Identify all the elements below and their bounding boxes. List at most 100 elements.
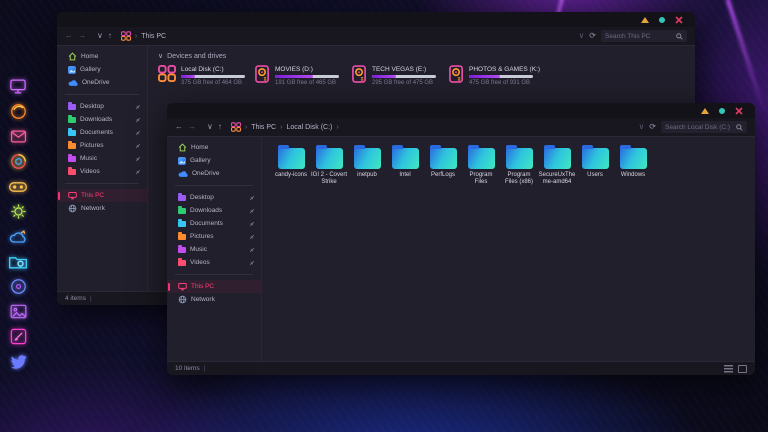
sidebar-item-videos[interactable]: Videos bbox=[57, 165, 147, 178]
folder-icon bbox=[544, 148, 571, 169]
maximize-button[interactable] bbox=[719, 108, 725, 114]
folder-secureuxtheme-amd64[interactable]: SecureUxTheme-amd64 bbox=[538, 145, 576, 186]
folder-program-files[interactable]: Program Files bbox=[462, 145, 500, 186]
sidebar-label: Videos bbox=[190, 259, 210, 266]
sidebar-separator bbox=[65, 94, 139, 95]
sidebar-item-this-pc[interactable]: This PC bbox=[57, 189, 147, 202]
sidebar-item-desktop[interactable]: Desktop bbox=[57, 100, 147, 113]
photos-icon[interactable] bbox=[6, 301, 30, 322]
sidebar-item-videos[interactable]: Videos bbox=[167, 256, 261, 269]
folder-icon bbox=[178, 234, 186, 240]
crumb-current[interactable]: Local Disk (C:) bbox=[286, 124, 332, 131]
crumb-root[interactable]: This PC bbox=[141, 33, 166, 40]
sidebar-item-music[interactable]: Music bbox=[167, 243, 261, 256]
sidebar-item-gallery[interactable]: Gallery bbox=[167, 154, 261, 167]
status-divider: | bbox=[204, 365, 206, 372]
minimize-button[interactable] bbox=[641, 17, 649, 23]
close-button[interactable] bbox=[675, 16, 683, 24]
firefox-browser-icon[interactable] bbox=[6, 101, 30, 122]
sidebar-separator bbox=[175, 185, 253, 186]
mail-icon[interactable] bbox=[6, 126, 30, 147]
sidebar-item-pictures[interactable]: Pictures bbox=[167, 230, 261, 243]
up-icon[interactable]: ↑ bbox=[218, 123, 222, 131]
breadcrumb[interactable]: › This PC bbox=[121, 31, 166, 41]
folder-intel[interactable]: Intel bbox=[386, 145, 424, 186]
cloud-sync-icon[interactable] bbox=[6, 226, 30, 247]
sidebar-item-documents[interactable]: Documents bbox=[167, 217, 261, 230]
folder-igi-2-covert-strike[interactable]: IGI 2 - Covert Strike bbox=[310, 145, 348, 186]
forward-icon[interactable]: → bbox=[188, 123, 196, 131]
section-header[interactable]: ∨ Devices and drives bbox=[158, 52, 687, 60]
content-area: candy-icons IGI 2 - Covert Strike inetpu… bbox=[262, 137, 755, 361]
folder-icon bbox=[68, 143, 76, 149]
back-icon[interactable]: ← bbox=[65, 32, 73, 40]
music-disc-icon[interactable] bbox=[6, 276, 30, 297]
drive-movies-d[interactable]: MOVIES (D:) 191 GB free of 465 GB bbox=[255, 65, 352, 86]
folder-label: Intel bbox=[399, 172, 410, 179]
sidebar-item-desktop[interactable]: Desktop bbox=[167, 191, 261, 204]
folder-icon bbox=[178, 208, 186, 214]
sidebar-label: Downloads bbox=[190, 207, 222, 214]
sidebar-item-documents[interactable]: Documents bbox=[57, 126, 147, 139]
folder-icon bbox=[68, 130, 76, 136]
list-view-icon[interactable] bbox=[724, 365, 733, 373]
sidebar-item-downloads[interactable]: Downloads bbox=[167, 204, 261, 217]
game-controller-icon[interactable] bbox=[6, 176, 30, 197]
sidebar-item-onedrive[interactable]: OneDrive bbox=[57, 76, 147, 89]
twitter-icon[interactable] bbox=[6, 351, 30, 372]
sidebar-item-music[interactable]: Music bbox=[57, 152, 147, 165]
sidebar-item-home[interactable]: Home bbox=[167, 141, 261, 154]
folder-program-files-x86[interactable]: Program Files (x86) bbox=[500, 145, 538, 186]
hdd-icon bbox=[255, 65, 270, 83]
folder-icon bbox=[68, 156, 76, 162]
sidebar-label: Documents bbox=[190, 220, 223, 227]
chrome-browser-icon[interactable] bbox=[6, 151, 30, 172]
breadcrumb[interactable]: › This PC › Local Disk (C:) › bbox=[231, 122, 339, 132]
folder-perflogs[interactable]: PerfLogs bbox=[424, 145, 462, 186]
drive-local-disk-c[interactable]: Local Disk (C:) 375 GB free of 464 GB bbox=[158, 65, 255, 86]
search-input[interactable]: Search Local Disk (C:) bbox=[661, 121, 747, 133]
pin-icon bbox=[135, 156, 141, 162]
folder-grid: candy-icons IGI 2 - Covert Strike inetpu… bbox=[272, 143, 747, 186]
recent-locations-icon[interactable]: ∨ bbox=[207, 123, 213, 131]
capacity-bar bbox=[181, 75, 245, 78]
drive-tech-vegas-e[interactable]: TECH VEGAS (E:) 295 GB free of 475 GB bbox=[352, 65, 449, 86]
folder-inetpub[interactable]: inetpub bbox=[348, 145, 386, 186]
search-input[interactable]: Search This PC bbox=[601, 30, 687, 42]
minimize-button[interactable] bbox=[701, 108, 709, 114]
sidebar-label: Documents bbox=[80, 129, 113, 136]
drive-photos-games-k[interactable]: PHOTOS & GAMES (K:) 475 GB free of 931 G… bbox=[449, 65, 546, 86]
sidebar-item-network[interactable]: Network bbox=[57, 202, 147, 215]
folder-icon bbox=[316, 148, 343, 169]
crumb-root[interactable]: This PC bbox=[251, 124, 276, 131]
pin-icon bbox=[249, 260, 255, 266]
pictures-folder-icon[interactable] bbox=[6, 251, 30, 272]
address-dropdown-icon[interactable]: ∨ bbox=[578, 32, 584, 40]
refresh-icon[interactable]: ⟳ bbox=[589, 32, 596, 40]
sidebar-item-home[interactable]: Home bbox=[57, 50, 147, 63]
settings-gear-icon[interactable] bbox=[6, 201, 30, 222]
section-label: Devices and drives bbox=[167, 53, 226, 60]
sidebar-item-gallery[interactable]: Gallery bbox=[57, 63, 147, 76]
folder-windows[interactable]: Windows bbox=[614, 145, 652, 186]
sidebar-item-network[interactable]: Network bbox=[167, 293, 261, 306]
sidebar-item-pictures[interactable]: Pictures bbox=[57, 139, 147, 152]
this-pc-icon[interactable] bbox=[6, 76, 30, 97]
folder-users[interactable]: Users bbox=[576, 145, 614, 186]
forward-icon[interactable]: → bbox=[78, 32, 86, 40]
up-icon[interactable]: ↑ bbox=[108, 32, 112, 40]
recent-locations-icon[interactable]: ∨ bbox=[97, 32, 103, 40]
back-icon[interactable]: ← bbox=[175, 123, 183, 131]
close-button[interactable] bbox=[735, 107, 743, 115]
folder-label: candy-icons bbox=[275, 172, 307, 179]
sidebar-item-onedrive[interactable]: OneDrive bbox=[167, 167, 261, 180]
refresh-icon[interactable]: ⟳ bbox=[649, 123, 656, 131]
sidebar-item-downloads[interactable]: Downloads bbox=[57, 113, 147, 126]
sidebar-item-this-pc[interactable]: This PC bbox=[167, 280, 261, 293]
design-tool-icon[interactable] bbox=[6, 326, 30, 347]
folder-candy-icons[interactable]: candy-icons bbox=[272, 145, 310, 186]
address-dropdown-icon[interactable]: ∨ bbox=[638, 123, 644, 131]
maximize-button[interactable] bbox=[659, 17, 665, 23]
grid-view-icon[interactable] bbox=[738, 365, 747, 373]
drive-capacity: 191 GB free of 465 GB bbox=[275, 80, 339, 86]
